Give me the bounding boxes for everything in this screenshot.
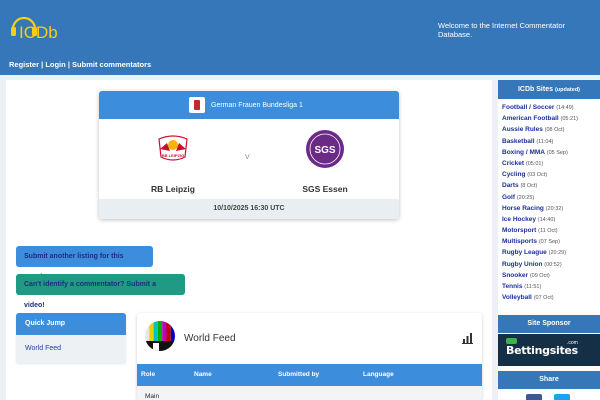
sponsor-banner[interactable]: Bettingsites .com — [498, 334, 600, 366]
share-title: Share — [498, 371, 600, 389]
site-link-boxing[interactable]: Boxing / MMA (05 Sep) — [502, 149, 600, 160]
welcome-text: Welcome to the Internet Commentator Data… — [438, 21, 566, 39]
register-link[interactable]: Register — [9, 60, 39, 69]
site-link-football[interactable]: Football / Soccer (14:49) — [502, 104, 600, 115]
site-link-volleyball[interactable]: Volleyball (07 Oct) — [502, 294, 600, 305]
site-link-rugby-league[interactable]: Rugby League (20:29) — [502, 249, 600, 260]
match-card: German Frauen Bundesliga 1 RB LEIPZIG RB… — [99, 91, 399, 219]
site-link-aussie-rules[interactable]: Aussie Rules (08 Oct) — [502, 126, 600, 137]
quick-jump-title: Quick Jump — [16, 313, 126, 335]
chart-bars-icon[interactable] — [462, 333, 473, 344]
sponsor-suffix: .com — [567, 340, 578, 346]
versus-label: V — [245, 154, 250, 161]
away-team[interactable]: SGS SGS Essen — [275, 129, 375, 194]
site-link-horse-racing[interactable]: Horse Racing (20:32) — [502, 205, 600, 216]
nav-separator: | — [67, 60, 70, 69]
submit-video-button[interactable]: Can't identify a commentator? Submit a v… — [16, 274, 185, 309]
sites-list: Football / Soccer (14:49) American Footb… — [498, 99, 600, 305]
site-link-cycling[interactable]: Cycling (03 Oct) — [502, 171, 600, 182]
quick-jump-panel: Quick Jump World Feed — [16, 313, 126, 363]
site-link-rugby-union[interactable]: Rugby Union (00:52) — [502, 261, 600, 272]
home-team-name[interactable]: RB Leipzig — [123, 184, 223, 194]
col-submitted-by: Submitted by — [278, 371, 320, 378]
icdb-logo[interactable]: ICDb — [9, 11, 69, 41]
row-role: Main — [145, 393, 160, 400]
submit-commentators-link[interactable]: Submit commentators — [72, 60, 151, 69]
col-language: Language — [363, 371, 394, 378]
sgs-essen-crest-icon: SGS — [305, 129, 345, 169]
home-team[interactable]: RB LEIPZIG RB Leipzig — [123, 129, 223, 194]
submit-listing-button[interactable]: Submit another listing for this match — [16, 246, 153, 281]
site-link-cricket[interactable]: Cricket (05:01) — [502, 160, 600, 171]
top-nav: Register | Login | Submit commentators — [9, 60, 151, 69]
site-link-multisports[interactable]: Multisports (07 Sep) — [502, 238, 600, 249]
away-crest-text: SGS — [314, 145, 335, 156]
sites-title-text: ICDb Sites — [517, 86, 553, 93]
quick-jump-world-feed-link[interactable]: World Feed — [16, 335, 126, 352]
login-link[interactable]: Login — [45, 60, 65, 69]
site-link-ice-hockey[interactable]: Ice Hockey (14:40) — [502, 216, 600, 227]
feed-table-header: Role Name Submitted by Language — [137, 364, 482, 386]
twitter-share-icon[interactable] — [554, 394, 570, 400]
league-logo-icon — [189, 97, 205, 113]
feed-title: World Feed — [184, 333, 236, 344]
table-row: Main — [137, 386, 482, 400]
competition-name[interactable]: German Frauen Bundesliga 1 — [211, 102, 303, 109]
home-crest-text: RB LEIPZIG — [162, 153, 184, 158]
logo-text: ICDb — [19, 23, 58, 41]
match-header: German Frauen Bundesliga 1 — [99, 91, 399, 119]
site-link-tennis[interactable]: Tennis (11:51) — [502, 283, 600, 294]
match-datetime: 10/10/2025 16:30 UTC — [99, 199, 399, 219]
col-role: Role — [141, 371, 156, 378]
share-icons — [526, 394, 572, 400]
site-link-golf[interactable]: Golf (20:25) — [502, 194, 600, 205]
world-feed-panel: World Feed Role Name Submitted by Langua… — [137, 313, 482, 400]
away-team-name[interactable]: SGS Essen — [275, 184, 375, 194]
col-name: Name — [194, 371, 212, 378]
icdb-sites-title: ICDb Sites (updated) — [498, 80, 600, 99]
rb-leipzig-crest-icon: RB LEIPZIG — [153, 129, 193, 169]
tv-test-card-icon — [145, 321, 175, 351]
facebook-share-icon[interactable] — [526, 394, 542, 400]
site-link-basketball[interactable]: Basketball (11:04) — [502, 138, 600, 149]
nav-separator: | — [41, 60, 44, 69]
site-link-darts[interactable]: Darts (8 Oct) — [502, 182, 600, 193]
site-link-american-football[interactable]: American Football (05:21) — [502, 115, 600, 126]
sidebar: ICDb Sites (updated) Football / Soccer (… — [498, 80, 600, 400]
site-link-snooker[interactable]: Snooker (09 Oct) — [502, 272, 600, 283]
sites-title-note: (updated) — [554, 87, 581, 93]
site-header: ICDb Welcome to the Internet Commentator… — [0, 0, 600, 75]
teams-row: RB LEIPZIG RB Leipzig V SGS SGS Essen — [99, 119, 399, 199]
site-link-motorsport[interactable]: Motorsport (11 Oct) — [502, 227, 600, 238]
site-sponsor-title: Site Sponsor — [498, 315, 600, 333]
